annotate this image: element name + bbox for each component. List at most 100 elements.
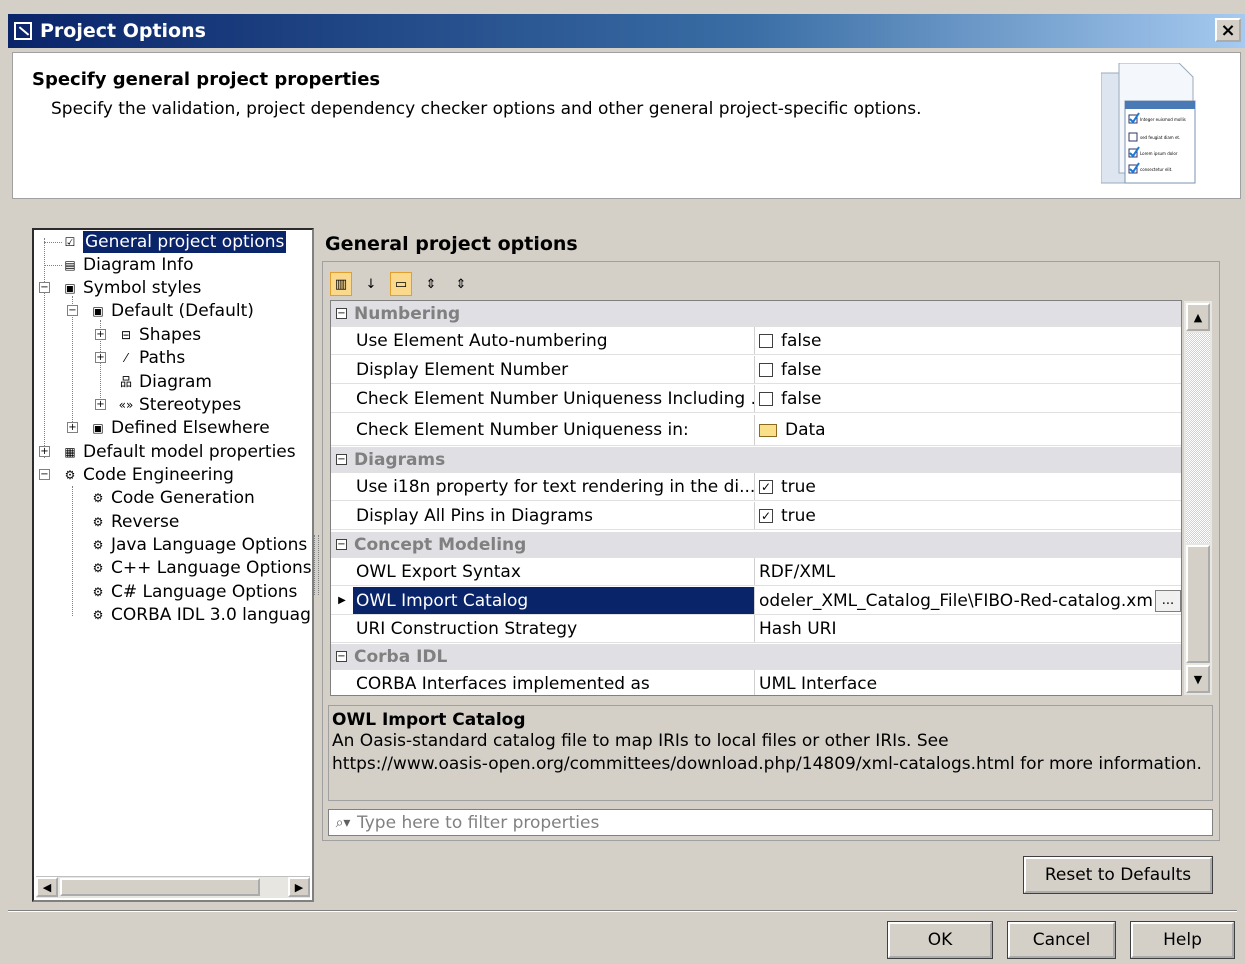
collapse-all-button[interactable]: ⇕ (450, 272, 472, 296)
scroll-down-icon[interactable]: ▼ (1186, 665, 1210, 693)
category-label: Corba IDL (354, 646, 448, 667)
tree-item-label: CORBA IDL 3.0 languag (111, 605, 311, 625)
scroll-left-icon[interactable]: ◀ (36, 877, 58, 897)
tree-item-diagram[interactable]: 品 Diagram (118, 371, 212, 393)
property-name: URI Construction Strategy (353, 615, 755, 642)
options-tree[interactable]: ☑ General project options ▤ Diagram Info… (32, 228, 314, 902)
property-row[interactable]: Check Element Number Uniqueness in: Data (331, 415, 1181, 446)
categorized-view-button[interactable]: ▥ (330, 272, 352, 296)
close-icon: × (1220, 19, 1236, 41)
collapse-toggle-icon[interactable]: − (336, 651, 347, 662)
property-checkbox[interactable] (759, 391, 773, 406)
tree-line (44, 265, 62, 266)
property-checkbox[interactable] (759, 333, 773, 348)
tree-item-label: Symbol styles (83, 278, 202, 298)
property-name: Use i18n property for text rendering in … (353, 473, 755, 500)
illustration-line-4: consectetur elit. (1140, 167, 1173, 172)
scroll-up-icon[interactable]: ▲ (1186, 303, 1210, 331)
expand-toggle-icon[interactable]: + (95, 399, 106, 410)
tree-item-code-generation[interactable]: ⚙ Code Generation (90, 487, 255, 509)
code-icon: ⚙ (92, 538, 104, 552)
property-name: OWL Export Syntax (353, 558, 755, 585)
shapes-icon: ⊟ (120, 328, 132, 342)
property-row-selected[interactable]: ▶ OWL Import Catalog odeler_XML_Catalog_… (331, 587, 1181, 615)
code-icon: ⚙ (92, 608, 104, 622)
description-toggle-button[interactable]: ▭ (390, 272, 412, 296)
header-subtitle: Specify the validation, project dependen… (51, 99, 922, 119)
owl-import-catalog-input[interactable]: odeler_XML_Catalog_File\FIBO-Red-catalog… (759, 591, 1153, 611)
category-diagrams[interactable]: − Diagrams (331, 447, 1181, 473)
property-checkbox[interactable] (759, 362, 773, 377)
category-corba-idl[interactable]: − Corba IDL (331, 644, 1181, 670)
tree-item-label: Default model properties (83, 442, 296, 462)
tree-item-label: Diagram Info (83, 255, 194, 275)
property-row[interactable]: OWL Export Syntax RDF/XML (331, 558, 1181, 586)
panel-splitter[interactable] (314, 535, 319, 595)
property-checkbox[interactable]: ✓ (759, 479, 773, 494)
tree-item-corba-options[interactable]: ⚙ CORBA IDL 3.0 languag (90, 604, 311, 626)
expand-toggle-icon[interactable]: + (95, 329, 106, 340)
tree-line (44, 242, 62, 243)
tree-item-default-style[interactable]: ▣ Default (Default) (90, 300, 254, 322)
collapse-toggle-icon[interactable]: − (336, 454, 347, 465)
ok-button[interactable]: OK (887, 921, 993, 959)
collapse-all-icon: ⇕ (455, 276, 467, 292)
tree-item-shapes[interactable]: ⊟ Shapes (118, 324, 201, 346)
cancel-button[interactable]: Cancel (1007, 921, 1116, 959)
property-value: Hash URI (759, 618, 837, 639)
categorized-icon: ▥ (334, 276, 348, 292)
property-name: Check Element Number Uniqueness in: (353, 415, 755, 445)
tree-item-defined-elsewhere[interactable]: ▣ Defined Elsewhere (90, 417, 269, 439)
property-row[interactable]: Use Element Auto-numbering false (331, 327, 1181, 355)
expand-all-button[interactable]: ⇕ (420, 272, 442, 296)
property-row[interactable]: Check Element Number Uniqueness Includin… (331, 385, 1181, 413)
filter-input[interactable]: ⌕▾ Type here to filter properties (328, 809, 1213, 836)
help-button[interactable]: Help (1130, 921, 1235, 959)
tree-item-csharp-options[interactable]: ⚙ C# Language Options (90, 581, 298, 603)
expand-toggle-icon[interactable]: + (39, 446, 50, 457)
description-line: An Oasis-standard catalog file to map IR… (332, 731, 949, 751)
expand-toggle-icon[interactable]: + (95, 352, 106, 363)
scroll-track[interactable] (1186, 333, 1210, 543)
tree-horizontal-scrollbar[interactable]: ◀ ▶ (36, 876, 310, 898)
close-button[interactable]: × (1215, 18, 1241, 42)
property-row[interactable]: Use i18n property for text rendering in … (331, 473, 1181, 501)
tree-item-code-engineering[interactable]: ⚙ Code Engineering (62, 464, 234, 486)
collapse-toggle-icon[interactable]: − (336, 308, 347, 319)
table-icon: ▤ (64, 258, 76, 272)
collapse-toggle-icon[interactable]: − (39, 282, 50, 293)
property-row[interactable]: URI Construction Strategy Hash URI (331, 615, 1181, 643)
property-row[interactable]: CORBA Interfaces implemented as UML Inte… (331, 670, 1181, 695)
tree-item-diagram-info[interactable]: ▤ Diagram Info (62, 254, 194, 276)
expand-toggle-icon[interactable]: + (67, 422, 78, 433)
tree-item-symbol-styles[interactable]: ▣ Symbol styles (62, 277, 201, 299)
tree-item-reverse[interactable]: ⚙ Reverse (90, 511, 180, 533)
scroll-thumb[interactable] (1186, 545, 1210, 663)
property-row[interactable]: Display Element Number false (331, 356, 1181, 384)
category-numbering[interactable]: − Numbering (331, 301, 1181, 327)
tree-item-java-options[interactable]: ⚙ Java Language Options (90, 534, 308, 556)
tree-item-stereotypes[interactable]: «» Stereotypes (118, 394, 242, 416)
tree-item-general-project-options[interactable]: ☑ General project options (62, 231, 287, 253)
window-title: Project Options (40, 20, 206, 42)
tree-item-paths[interactable]: ⁄ Paths (118, 347, 185, 369)
scroll-right-icon[interactable]: ▶ (288, 877, 310, 897)
category-label: Concept Modeling (354, 534, 527, 555)
collapse-toggle-icon[interactable]: − (336, 539, 347, 550)
tree-item-default-model-properties[interactable]: ▦ Default model properties (62, 441, 296, 463)
tree-item-cpp-options[interactable]: ⚙ C++ Language Options (90, 557, 312, 579)
property-row[interactable]: Display All Pins in Diagrams ✓ true (331, 502, 1181, 530)
browse-button[interactable]: ... (1155, 589, 1181, 612)
illustration-line-2: sed feugiat diam et. (1140, 135, 1180, 140)
scroll-thumb[interactable] (60, 878, 260, 896)
title-bar: Project Options × (8, 14, 1245, 48)
code-icon: ⚙ (92, 585, 104, 599)
reset-defaults-button[interactable]: Reset to Defaults (1023, 856, 1213, 894)
collapse-toggle-icon[interactable]: − (67, 305, 78, 316)
property-checkbox[interactable]: ✓ (759, 508, 773, 523)
collapse-toggle-icon[interactable]: − (39, 469, 50, 480)
sort-alphabetical-button[interactable]: ↓ (360, 272, 382, 296)
category-label: Numbering (354, 303, 461, 324)
category-concept-modeling[interactable]: − Concept Modeling (331, 532, 1181, 558)
property-value: false (781, 388, 822, 409)
